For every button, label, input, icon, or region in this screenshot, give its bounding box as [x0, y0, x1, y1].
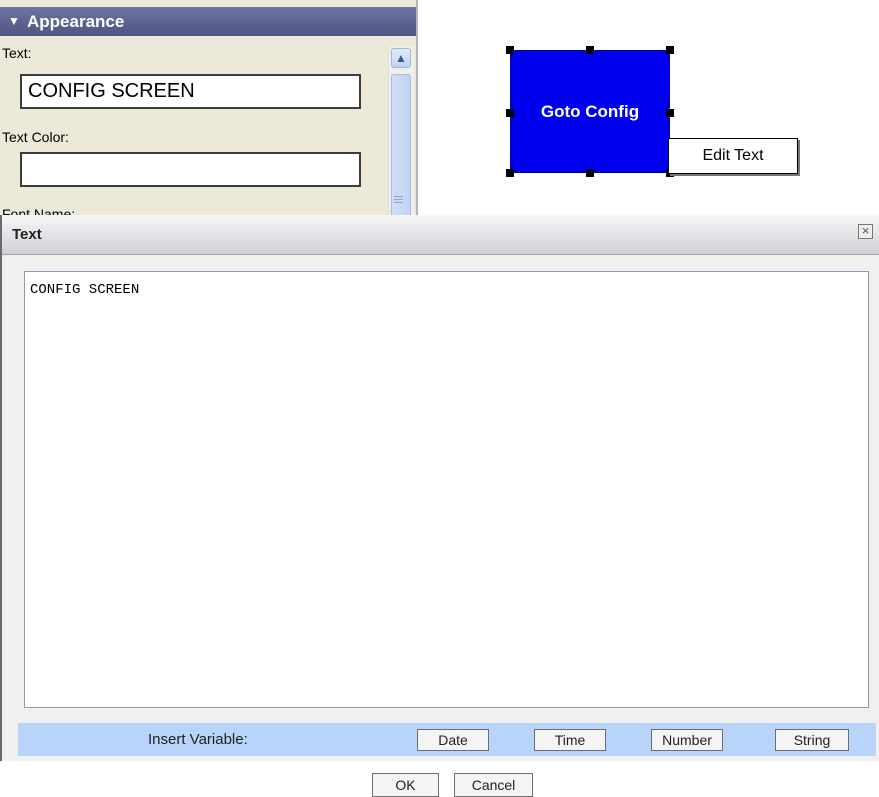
dialog-titlebar[interactable]: Text ×	[2, 215, 879, 255]
resize-handle-nw[interactable]	[506, 46, 514, 54]
resize-handle-ne[interactable]	[666, 46, 674, 54]
text-color-label: Text Color:	[2, 129, 69, 145]
insert-number-button[interactable]: Number	[651, 729, 723, 751]
insert-string-button[interactable]: String	[775, 729, 849, 751]
scroll-thumb[interactable]	[391, 74, 411, 215]
scroll-grip-icon	[394, 196, 403, 197]
dialog-body: CONFIG SCREEN Insert Variable: Date Time…	[2, 254, 879, 797]
text-label: Text:	[2, 45, 32, 61]
insert-date-button[interactable]: Date	[417, 729, 489, 751]
ok-button[interactable]: OK	[372, 773, 439, 797]
insert-variable-label: Insert Variable:	[148, 731, 248, 748]
cancel-button[interactable]: Cancel	[454, 773, 533, 797]
edit-text-button[interactable]: Edit Text	[668, 138, 798, 174]
close-icon[interactable]: ×	[858, 224, 873, 239]
resize-handle-e[interactable]	[666, 109, 674, 117]
font-name-label: Font Name:	[2, 206, 76, 215]
dialog-title: Text	[12, 226, 42, 243]
insert-variable-bar: Insert Variable: Date Time Number String	[18, 723, 876, 756]
text-dialog: Text × CONFIG SCREEN Insert Variable: Da…	[0, 215, 879, 797]
scroll-up-arrow-icon[interactable]: ▲	[391, 48, 411, 68]
resize-handle-w[interactable]	[506, 109, 514, 117]
appearance-title: Appearance	[27, 12, 125, 31]
resize-handle-sw[interactable]	[506, 169, 514, 177]
appearance-header[interactable]: ▼ Appearance	[0, 7, 416, 36]
appearance-body: Text: CONFIG SCREEN Text Color: Font Nam…	[0, 36, 384, 215]
text-content-area[interactable]: CONFIG SCREEN	[24, 271, 869, 708]
resize-handle-n[interactable]	[586, 46, 594, 54]
text-field[interactable]: CONFIG SCREEN	[20, 74, 361, 109]
goto-config-button[interactable]: Goto Config	[510, 50, 670, 173]
insert-time-button[interactable]: Time	[534, 729, 606, 751]
collapse-triangle-icon[interactable]: ▼	[8, 7, 20, 36]
appearance-panel: ▼ Appearance Text: CONFIG SCREEN Text Co…	[0, 0, 418, 215]
appearance-scrollbar[interactable]: ▲	[388, 46, 414, 215]
text-color-field[interactable]	[20, 152, 361, 187]
resize-handle-s[interactable]	[586, 169, 594, 177]
